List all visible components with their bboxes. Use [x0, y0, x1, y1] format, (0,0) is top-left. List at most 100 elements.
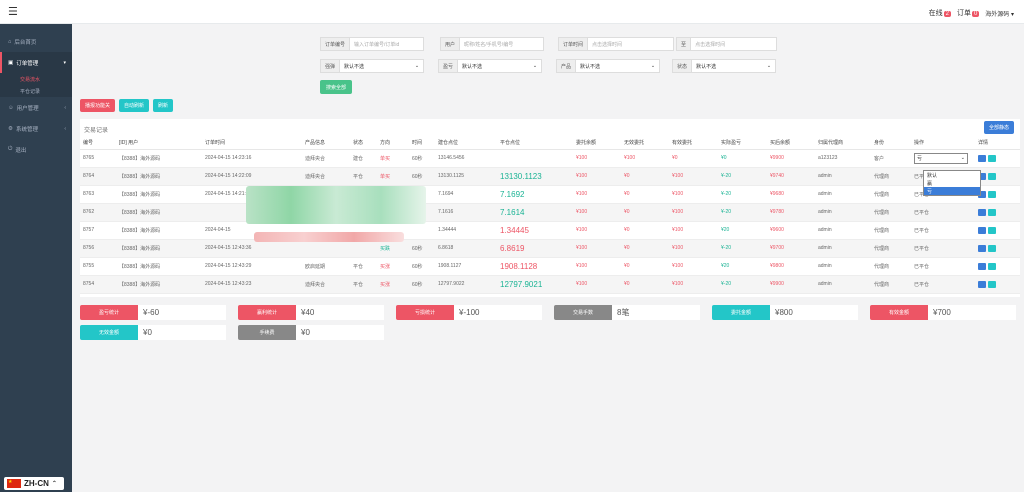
cell-role: 代理商	[871, 203, 911, 222]
table-row: 8764 【8388】海外源码 2024-04-15 14:22:09 迪拜央合 平仓单…	[80, 167, 1020, 186]
product-select[interactable]: 默认不选 ⌄	[576, 59, 661, 73]
edit-icon[interactable]	[988, 226, 996, 234]
dropdown-option-lose[interactable]: 亏	[924, 187, 980, 195]
all-static-button[interactable]: 全部静态	[983, 121, 1014, 134]
cell-id: 8757	[80, 221, 116, 240]
sidebar-item-home[interactable]: ⌂ 后台首页	[0, 31, 72, 52]
edit-icon[interactable]	[988, 172, 996, 180]
topbar-right: 在线 2 订单 0 海外源码 ▾	[929, 8, 1014, 18]
dropdown-option-win[interactable]: 赢	[924, 179, 980, 187]
operation-select[interactable]: 亏 ⌄	[914, 152, 968, 164]
online-indicator[interactable]: 在线 2	[929, 8, 951, 18]
view-icon[interactable]	[978, 226, 986, 234]
view-icon[interactable]	[978, 154, 986, 162]
cell-dir: 单买	[377, 149, 409, 168]
language-switcher[interactable]: ZH-CN⌃	[4, 477, 64, 490]
user-icon: ☺	[8, 104, 14, 111]
online-count-badge: 2	[943, 11, 951, 17]
blur-overlay	[254, 232, 404, 242]
table-row: 8757 【8388】海外源码 2024-04-15 1.34444 1.34445 ¥1…	[80, 221, 1020, 240]
edit-icon[interactable]	[988, 280, 996, 288]
time-start-input[interactable]: 点击选择时间	[588, 37, 675, 51]
result-select[interactable]: 默认不选 ⌄	[340, 59, 425, 73]
broadcast-toggle-button[interactable]: 播报功能关	[80, 99, 116, 112]
cell-dur: 60秒	[409, 257, 435, 276]
sidebar-item-logout[interactable]: ⏻ 退出	[0, 139, 72, 160]
cell-valid: ¥100	[669, 185, 718, 204]
stat-label: 赢利统计	[238, 305, 296, 320]
cell-invalid: ¥0	[621, 203, 669, 222]
view-icon[interactable]	[978, 280, 986, 288]
cell-role: 代理商	[871, 275, 911, 294]
cell-after: ¥9680	[767, 185, 815, 204]
status-select[interactable]: 默认不选 ⌄	[692, 59, 777, 73]
cell-detail	[975, 257, 1020, 276]
cell-status: 建仓	[350, 149, 377, 168]
online-label: 在线	[928, 10, 943, 17]
cell-agent: admin	[815, 221, 871, 240]
cell-entrust: ¥100	[573, 167, 621, 186]
stat-value: ¥40	[296, 305, 384, 320]
table-row: 8762 【8388】海外源码 7.1616 7.1614 ¥100 ¥0 ¥100 ¥-20…	[80, 203, 1020, 222]
view-icon[interactable]	[978, 208, 986, 216]
column-header: 委托余额	[573, 137, 621, 150]
sidebar-item-orders[interactable]: ▣ 订单管理 ▾	[0, 52, 72, 73]
user-input[interactable]: 昵称/姓名/手机号/编号	[460, 37, 545, 51]
search-all-button[interactable]: 搜索全部	[320, 80, 353, 94]
cell-id: 8755	[80, 257, 116, 276]
sidebar-item-users[interactable]: ☺ 用户管理 ‹	[0, 97, 72, 118]
chevron-down-icon: ⌄	[960, 155, 965, 161]
table-row: 8763 【8388】海外源码 2024-04-15 14:21: 7.1694 7.1…	[80, 185, 1020, 204]
edit-icon[interactable]	[988, 208, 996, 216]
cell-operation: 亏 ⌄	[911, 149, 975, 168]
cell-open: 7.1694	[435, 185, 497, 204]
cell-agent: a123123	[815, 149, 871, 168]
cell-detail	[975, 185, 1020, 204]
table-header-row: 编号 [ID] 用户 订单时间 产品信息 状态 方向 时间 建仓点位 平仓点位 委托余额 无效委托有…	[80, 137, 1020, 150]
cell-dir: 买涨	[377, 257, 409, 276]
status-filter: 状态 默认不选 ⌄	[672, 59, 777, 73]
cell-valid: ¥100	[669, 257, 718, 276]
stat-label: 手续费	[238, 325, 296, 340]
orders-indicator[interactable]: 订单 0	[957, 8, 980, 18]
profit-select[interactable]: 默认不选 ⌄	[458, 59, 543, 73]
edit-icon[interactable]	[988, 154, 996, 162]
cell-dur: 60秒	[409, 149, 435, 168]
edit-icon[interactable]	[988, 262, 996, 270]
cell-after: ¥9800	[767, 257, 815, 276]
view-icon[interactable]	[978, 244, 986, 252]
time-end-input[interactable]: 点击选择时间	[691, 37, 778, 51]
sidebar-item-system[interactable]: ⚙ 系统管理 ‹	[0, 118, 72, 139]
cell-valid: ¥100	[669, 239, 718, 258]
view-icon[interactable]	[978, 262, 986, 270]
order-number-input[interactable]: 输入订单编号/订单id	[350, 37, 425, 51]
cell-user: 【8388】海外源码	[116, 167, 202, 186]
logout-icon: ⏻	[8, 146, 13, 152]
cell-id: 8765	[80, 149, 116, 168]
profit-filter: 盈亏 默认不选 ⌄	[438, 59, 543, 73]
cell-pnl: ¥-20	[718, 185, 767, 204]
cell-valid: ¥100	[669, 203, 718, 222]
status-filter-label: 状态	[672, 59, 693, 73]
user-menu[interactable]: 海外源码 ▾	[985, 9, 1014, 18]
column-header: 状态	[350, 137, 377, 150]
cell-time: 2024-04-15 12:43:23	[202, 275, 302, 294]
sidebar-subitem-transactions[interactable]: 交易流水	[0, 73, 72, 85]
edit-icon[interactable]	[988, 244, 996, 252]
cell-agent: admin	[815, 185, 871, 204]
cell-close: 1.34445	[497, 221, 573, 240]
chevron-down-icon: ⌄	[532, 63, 538, 69]
dropdown-option-default[interactable]: 默认	[924, 171, 980, 179]
stat-value: ¥0	[138, 325, 226, 340]
auto-refresh-button[interactable]: 自动刷新	[119, 99, 150, 112]
cell-open: 1.34444	[435, 221, 497, 240]
edit-icon[interactable]	[988, 190, 996, 198]
stat-value: ¥700	[928, 305, 1016, 320]
stat-win: 赢利统计 ¥40	[238, 305, 384, 320]
stat-label: 交易手数	[554, 305, 612, 320]
refresh-button[interactable]: 刷新	[153, 99, 174, 112]
menu-icon[interactable]: ☰	[8, 7, 18, 18]
sidebar-subitem-closed[interactable]: 平仓记录	[0, 85, 72, 97]
column-header: 实际盈亏	[718, 137, 767, 150]
chevron-down-icon: ▾	[63, 59, 66, 66]
